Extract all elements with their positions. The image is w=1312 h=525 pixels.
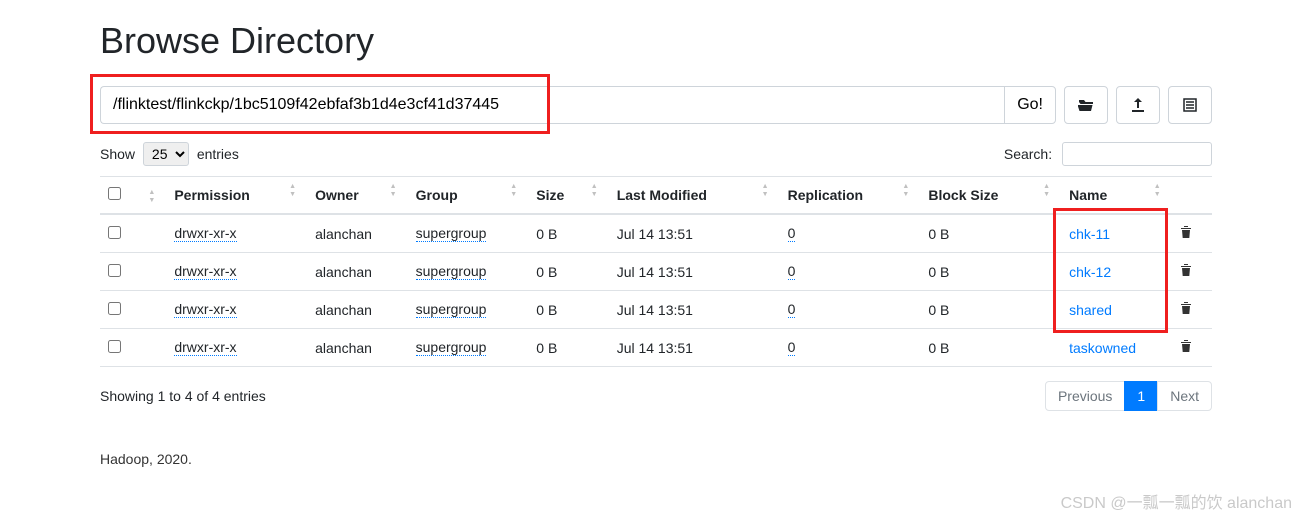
col-replication-label: Replication <box>788 187 863 203</box>
owner-cell: alanchan <box>307 291 408 329</box>
owner-cell: alanchan <box>307 214 408 253</box>
list-icon <box>1183 98 1197 112</box>
group-cell[interactable]: supergroup <box>416 263 487 280</box>
trash-icon <box>1180 339 1192 353</box>
delete-button[interactable] <box>1180 226 1192 242</box>
show-label: Show <box>100 146 135 162</box>
blocksize-cell: 0 B <box>920 329 1061 367</box>
path-input[interactable] <box>100 86 1004 124</box>
folder-open-icon <box>1078 98 1094 112</box>
col-permission-label: Permission <box>174 187 249 203</box>
row-checkbox[interactable] <box>108 340 121 353</box>
group-cell[interactable]: supergroup <box>416 301 487 318</box>
delete-button[interactable] <box>1180 264 1192 280</box>
owner-cell: alanchan <box>307 253 408 291</box>
replication-cell[interactable]: 0 <box>788 339 796 356</box>
file-table: Permission Owner Group Size Last Modifie… <box>100 176 1212 367</box>
replication-cell[interactable]: 0 <box>788 301 796 318</box>
trash-icon <box>1180 301 1192 315</box>
lastmod-cell: Jul 14 13:51 <box>609 253 780 291</box>
col-lastmod-label: Last Modified <box>617 187 707 203</box>
entries-suffix: entries <box>197 146 239 162</box>
blocksize-cell: 0 B <box>920 214 1061 253</box>
page-1-button[interactable]: 1 <box>1124 381 1158 411</box>
col-name-label: Name <box>1069 187 1107 203</box>
row-checkbox[interactable] <box>108 302 121 315</box>
replication-cell[interactable]: 0 <box>788 263 796 280</box>
table-row: drwxr-xr-x alanchan supergroup 0 B Jul 1… <box>100 291 1212 329</box>
col-blocksize[interactable]: Block Size <box>920 177 1061 215</box>
col-size[interactable]: Size <box>528 177 608 215</box>
blocksize-cell: 0 B <box>920 253 1061 291</box>
permission-cell[interactable]: drwxr-xr-x <box>174 301 236 318</box>
permission-cell[interactable]: drwxr-xr-x <box>174 225 236 242</box>
permission-cell[interactable]: drwxr-xr-x <box>174 263 236 280</box>
col-owner[interactable]: Owner <box>307 177 408 215</box>
permission-cell[interactable]: drwxr-xr-x <box>174 339 236 356</box>
size-cell: 0 B <box>528 253 608 291</box>
search-input[interactable] <box>1062 142 1212 166</box>
size-cell: 0 B <box>528 329 608 367</box>
col-group[interactable]: Group <box>408 177 529 215</box>
size-cell: 0 B <box>528 214 608 253</box>
name-link[interactable]: shared <box>1069 302 1112 318</box>
blocksize-cell: 0 B <box>920 291 1061 329</box>
table-info: Showing 1 to 4 of 4 entries <box>100 388 266 404</box>
table-row: drwxr-xr-x alanchan supergroup 0 B Jul 1… <box>100 214 1212 253</box>
upload-icon <box>1131 98 1145 112</box>
col-name[interactable]: Name <box>1061 177 1172 215</box>
group-cell[interactable]: supergroup <box>416 225 487 242</box>
watermark: CSDN @一瓢一瓢的饮 alanchan <box>1061 489 1292 513</box>
size-cell: 0 B <box>528 291 608 329</box>
col-size-label: Size <box>536 187 564 203</box>
col-blocksize-label: Block Size <box>928 187 998 203</box>
row-checkbox[interactable] <box>108 264 121 277</box>
owner-cell: alanchan <box>307 329 408 367</box>
replication-cell[interactable]: 0 <box>788 225 796 242</box>
previous-button[interactable]: Previous <box>1045 381 1125 411</box>
entries-control: Show 25 entries <box>100 142 239 166</box>
table-row: drwxr-xr-x alanchan supergroup 0 B Jul 1… <box>100 329 1212 367</box>
col-replication[interactable]: Replication <box>780 177 921 215</box>
name-link[interactable]: chk-12 <box>1069 264 1111 280</box>
delete-button[interactable] <box>1180 340 1192 356</box>
path-bar: Go! <box>100 86 1212 124</box>
trash-icon <box>1180 263 1192 277</box>
row-checkbox[interactable] <box>108 226 121 239</box>
search-label: Search: <box>1004 146 1052 162</box>
entries-select[interactable]: 25 <box>143 142 189 166</box>
col-sort-blank[interactable] <box>136 177 166 215</box>
select-all-checkbox[interactable] <box>108 187 121 200</box>
next-button[interactable]: Next <box>1157 381 1212 411</box>
group-cell[interactable]: supergroup <box>416 339 487 356</box>
list-icon-button[interactable] <box>1168 86 1212 124</box>
delete-button[interactable] <box>1180 302 1192 318</box>
name-link[interactable]: taskowned <box>1069 340 1136 356</box>
table-row: drwxr-xr-x alanchan supergroup 0 B Jul 1… <box>100 253 1212 291</box>
col-permission[interactable]: Permission <box>166 177 307 215</box>
trash-icon <box>1180 225 1192 239</box>
upload-icon-button[interactable] <box>1116 86 1160 124</box>
directory-icon-button[interactable] <box>1064 86 1108 124</box>
col-lastmod[interactable]: Last Modified <box>609 177 780 215</box>
footer-text: Hadoop, 2020. <box>100 451 1212 467</box>
name-link[interactable]: chk-11 <box>1069 226 1110 242</box>
lastmod-cell: Jul 14 13:51 <box>609 329 780 367</box>
lastmod-cell: Jul 14 13:51 <box>609 291 780 329</box>
page-title: Browse Directory <box>100 20 1212 62</box>
pagination: Previous 1 Next <box>1045 381 1212 411</box>
col-owner-label: Owner <box>315 187 359 203</box>
go-button[interactable]: Go! <box>1004 86 1056 124</box>
lastmod-cell: Jul 14 13:51 <box>609 214 780 253</box>
search-control: Search: <box>1004 142 1212 166</box>
col-group-label: Group <box>416 187 458 203</box>
